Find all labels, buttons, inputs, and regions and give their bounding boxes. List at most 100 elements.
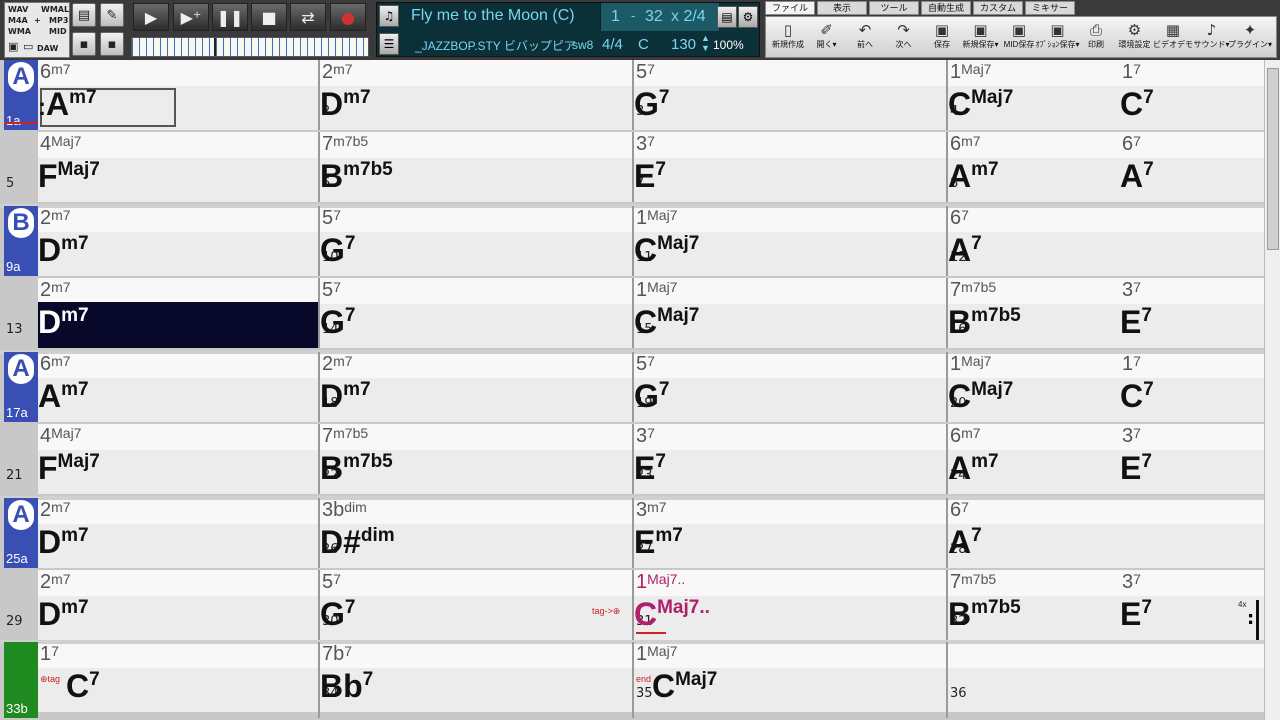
bar-end[interactable]: 32 (645, 8, 663, 26)
settings-gear-icon[interactable]: ⚙ (738, 6, 758, 28)
stop-button[interactable]: ■ (251, 3, 287, 31)
disk-save-icon[interactable]: ▪ (72, 32, 96, 56)
part-marker[interactable]: 33b (4, 642, 38, 718)
chord-symbol[interactable]: E7 (1120, 450, 1152, 487)
notepad-icon[interactable]: ▤ (72, 3, 96, 27)
vertical-scrollbar[interactable] (1264, 60, 1280, 720)
chord-symbol[interactable]: Am7 (948, 450, 999, 487)
chord-symbol[interactable]: E7 (634, 450, 666, 487)
chord-symbol[interactable]: Bm7b5 (320, 450, 393, 487)
chord-symbol[interactable]: Dm7 (38, 232, 89, 269)
memo-icon[interactable]: ▤ (717, 6, 737, 28)
ribbon-button-13[interactable]: ✦ プラグイン▾ (1228, 19, 1272, 57)
loop-button[interactable]: ⇄ (290, 3, 326, 31)
chord-symbol[interactable]: Bb7 (320, 668, 373, 705)
chord-symbol[interactable]: Am7 (948, 158, 999, 195)
chord-symbol[interactable]: E7 (634, 158, 666, 195)
chord-symbol[interactable]: G7 (634, 86, 669, 123)
chord-symbol[interactable]: FMaj7 (38, 450, 100, 487)
chord-symbol[interactable]: D#dim (320, 524, 395, 561)
scrollbar-thumb[interactable] (1267, 68, 1279, 250)
chord-symbol[interactable]: Dm7 (38, 524, 89, 561)
chord-symbol[interactable]: G7 (320, 304, 355, 341)
ribbon-button-1[interactable]: ▯ 新規作成 (770, 19, 806, 57)
ribbon-button-6[interactable]: ▣ 新規保存▾ (962, 19, 998, 57)
format-mid[interactable]: MID (49, 26, 67, 37)
ribbon-button-10[interactable]: ⚙ 環境設定 (1117, 19, 1153, 57)
bar-ruler[interactable] (131, 37, 369, 57)
chord-symbol[interactable]: Am7 (38, 378, 89, 415)
chord-symbol[interactable]: A7 (1120, 158, 1154, 195)
time-signature[interactable]: 4/4 (602, 36, 623, 53)
chord-symbol[interactable]: E7 (1120, 304, 1152, 341)
chord-symbol[interactable]: Dm7 (38, 596, 89, 633)
bar-start[interactable]: 1 (611, 8, 620, 26)
chord-symbol[interactable]: C7 (1120, 378, 1154, 415)
menu-file[interactable]: ファイル (765, 1, 815, 15)
chord-symbol[interactable]: CMaj7 (652, 668, 717, 705)
key-signature[interactable]: C (638, 36, 649, 53)
chord-symbol[interactable]: A7 (948, 524, 982, 561)
play-button[interactable]: ▶ (133, 3, 169, 31)
style-name[interactable]: _JAZZBOP.STY ビバップピア (415, 37, 576, 54)
ribbon-button-3[interactable]: ↶ 前へ (847, 19, 883, 57)
menu-view[interactable]: 表示 (817, 1, 867, 15)
chord-symbol[interactable]: CMaj7 (948, 86, 1013, 123)
ribbon-button-5[interactable]: ▣ 保存 (924, 19, 960, 57)
chord-symbol[interactable]: CMaj7 (634, 304, 699, 341)
chord-symbol[interactable]: G7 (634, 378, 669, 415)
edit-icon[interactable]: ✎ (100, 3, 124, 27)
format-wmal[interactable]: WMAL (41, 4, 69, 15)
format-wav[interactable]: WAV (8, 4, 28, 15)
ribbon-button-12[interactable]: ♪ サウンド▾ (1193, 19, 1229, 57)
record-button[interactable]: ● (330, 3, 366, 31)
song-title[interactable]: Fly me to the Moon (C) (411, 7, 575, 25)
menu-auto-generate[interactable]: 自動生成 (921, 1, 971, 15)
chord-symbol[interactable]: Bm7b5 (948, 304, 1021, 341)
disk-saveas-icon[interactable]: ▪ (100, 32, 124, 56)
ribbon-button-4[interactable]: ↷ 次へ (886, 19, 922, 57)
chord-sheet[interactable]: A1aB9aA17aA25a33b16m7:Am722m7Dm7357G741M… (0, 60, 1264, 720)
format-wma[interactable]: WMA (8, 26, 31, 37)
chord-symbol[interactable]: Dm7 (38, 304, 89, 341)
format-mp3[interactable]: MP3 (49, 15, 68, 26)
menu-tools[interactable]: ツール (869, 1, 919, 15)
chord-symbol[interactable]: CMaj7 (948, 378, 1013, 415)
export-format-panel[interactable]: WAV WMAL M4A + MP3 WMA MID ▣ ▭ DAW (4, 2, 70, 58)
tempo-value[interactable]: 130 (671, 36, 696, 53)
ribbon-button-8[interactable]: ▣ ｵﾌﾟｼｮﾝ保存▾ (1035, 19, 1079, 57)
part-marker[interactable]: B 9a (4, 206, 38, 276)
chord-symbol[interactable]: C7 (1120, 86, 1154, 123)
part-marker[interactable]: A 17a (4, 352, 38, 422)
menu-mixer[interactable]: ミキサー (1025, 1, 1075, 15)
chord-symbol[interactable]: Em7 (634, 524, 683, 561)
menu-custom[interactable]: カスタム (973, 1, 1023, 15)
chord-symbol[interactable]: CMaj7.. (634, 596, 710, 633)
ribbon-button-9[interactable]: ⎙ 印刷 (1078, 19, 1114, 57)
chord-symbol[interactable]: E7 (1120, 596, 1152, 633)
repeat-count[interactable]: x 2/4 (671, 8, 706, 26)
screen-icon[interactable]: ▣ (8, 41, 18, 52)
window-icon[interactable]: ▭ (23, 41, 33, 52)
chord-symbol[interactable]: :Am7 (38, 86, 97, 123)
chord-symbol[interactable]: Dm7 (320, 86, 371, 123)
ribbon-button-11[interactable]: ▦ ビデオデモ (1153, 19, 1193, 57)
chord-symbol[interactable]: Bm7b5 (320, 158, 393, 195)
format-m4a[interactable]: M4A (8, 15, 28, 26)
chord-symbol[interactable]: Bm7b5 (948, 596, 1021, 633)
style-picker-icon[interactable]: ☰ (379, 33, 399, 55)
pause-button[interactable]: ❚❚ (212, 3, 248, 31)
playhead[interactable] (214, 38, 216, 56)
chord-symbol[interactable]: G7 (320, 596, 355, 633)
ribbon-button-2[interactable]: ✐ 開く▾ (809, 19, 845, 57)
play-from-bar-button[interactable]: ▶⁺ (173, 3, 209, 31)
chord-symbol[interactable]: G7 (320, 232, 355, 269)
tempo-stepper-icon[interactable]: ▲ ▼ (701, 33, 710, 53)
chord-symbol[interactable]: Dm7 (320, 378, 371, 415)
note-icon[interactable]: ♫ (379, 5, 399, 27)
part-marker[interactable]: A 1a (4, 60, 38, 130)
format-daw[interactable]: DAW (37, 43, 58, 54)
chord-symbol[interactable]: FMaj7 (38, 158, 100, 195)
zoom-level[interactable]: 100% (713, 38, 744, 52)
chord-symbol[interactable]: CMaj7 (634, 232, 699, 269)
